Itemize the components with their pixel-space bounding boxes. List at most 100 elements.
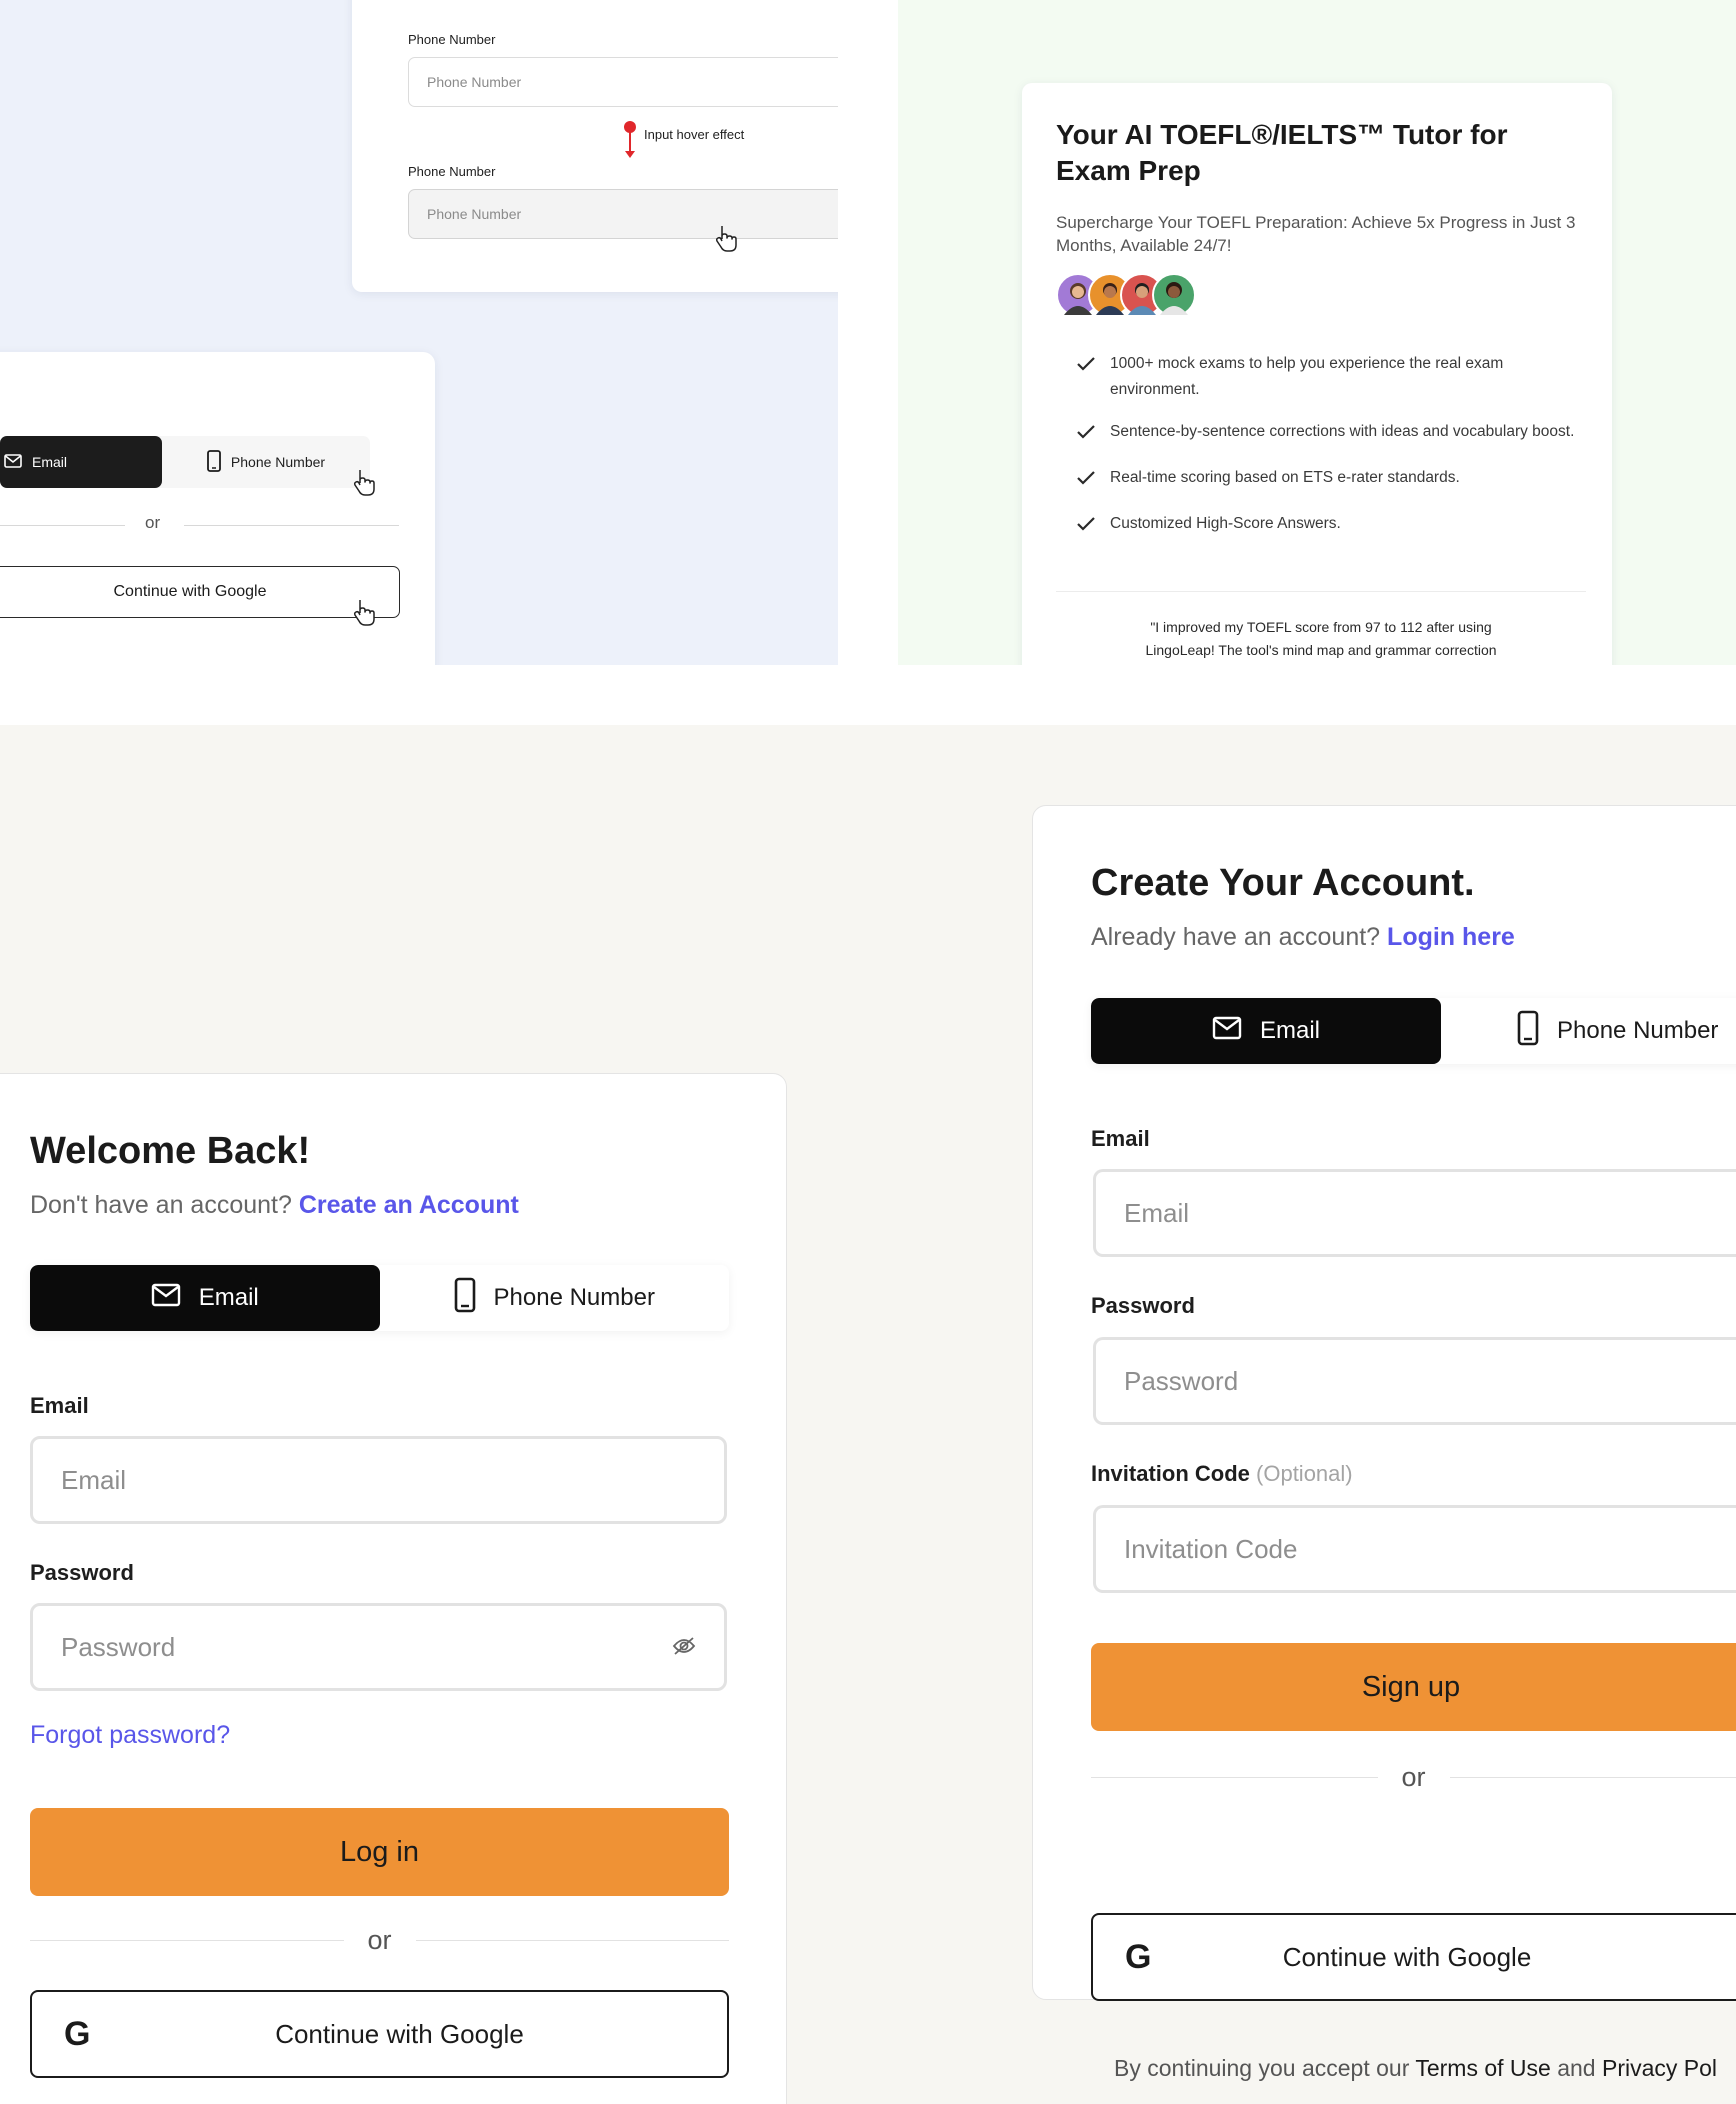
signup-prompt: Already have an account? Login here <box>1091 923 1515 952</box>
google-login-button[interactable]: G Continue with Google <box>30 1990 729 2078</box>
mini-tab-switch: Email Phone Number <box>0 436 370 488</box>
divider-line <box>1449 1777 1736 1778</box>
avatar <box>1152 273 1196 317</box>
google-icon: G <box>1125 1937 1152 1976</box>
promo-card: Your AI TOEFL®/IELTS™ Tutor for Exam Pre… <box>1022 83 1612 665</box>
promo-panel: Your AI TOEFL®/IELTS™ Tutor for Exam Pre… <box>898 0 1736 665</box>
mini-tab-email-label: Email <box>32 454 68 470</box>
feature-text: 1000+ mock exams to help you experience … <box>1110 355 1504 398</box>
legal-notice: By continuing you accept our Terms of Us… <box>1114 2055 1736 2082</box>
invitation-code-label: Invitation Code (Optional) <box>1091 1461 1353 1487</box>
divider-line <box>415 1940 730 1941</box>
signup-button[interactable]: Sign up <box>1091 1643 1736 1731</box>
email-placeholder: Email <box>1124 1197 1190 1228</box>
divider-line <box>30 1940 344 1941</box>
or-text: or <box>1401 1762 1426 1792</box>
eye-off-icon[interactable] <box>672 1632 696 1663</box>
phone-input-hover[interactable]: Phone Number <box>408 189 838 239</box>
login-prompt-text: Don't have an account? <box>30 1191 292 1219</box>
phone-icon <box>207 449 221 475</box>
feature-text: Customized High-Score Answers. <box>1110 515 1341 532</box>
check-icon <box>1076 419 1098 449</box>
pin-icon <box>622 120 638 165</box>
privacy-policy-link[interactable]: Privacy Pol <box>1602 2055 1717 2081</box>
phone-input[interactable]: Phone Number <box>408 57 838 107</box>
mail-icon <box>151 1283 181 1314</box>
avatar-group <box>1056 273 1206 319</box>
password-label: Password <box>1091 1293 1195 1318</box>
tab-phone-label: Phone Number <box>493 1284 655 1311</box>
invitation-code-input[interactable]: Invitation Code <box>1093 1505 1736 1593</box>
pointer-hand-icon <box>352 468 376 501</box>
password-placeholder: Password <box>1124 1365 1239 1396</box>
email-input[interactable]: Email <box>1093 1169 1736 1257</box>
tab-phone[interactable]: Phone Number <box>380 1265 730 1331</box>
list-item: Sentence-by-sentence corrections with id… <box>1076 419 1586 449</box>
phone-label: Phone Number <box>408 32 496 47</box>
email-input[interactable]: Email <box>30 1436 727 1524</box>
login-prompt: Don't have an account? Create an Account <box>30 1191 519 1220</box>
quote-line: LingoLeap! The tool's mind map and gramm… <box>1145 642 1497 658</box>
google-signup-label: Continue with Google <box>1282 1941 1532 1972</box>
feature-list: 1000+ mock exams to help you experience … <box>1076 351 1586 541</box>
invitation-code-placeholder: Invitation Code <box>1124 1533 1298 1564</box>
promo-title: Your AI TOEFL®/IELTS™ Tutor for Exam Pre… <box>1056 119 1508 186</box>
password-input[interactable]: Password <box>1093 1337 1736 1425</box>
tab-email[interactable]: Email <box>1091 998 1441 1064</box>
pointer-hand-icon <box>714 224 738 257</box>
or-divider-right <box>184 525 399 526</box>
or-text: or <box>145 513 161 532</box>
check-icon <box>1076 465 1098 495</box>
legal-and: and <box>1557 2055 1596 2081</box>
divider <box>1056 591 1586 592</box>
google-login-label: Continue with Google <box>275 2018 524 2049</box>
hover-demo-panel: Phone Number Phone Number Input hover ef… <box>0 0 838 665</box>
testimonial-quote: "I improved my TOEFL score from 97 to 11… <box>1056 616 1586 662</box>
quote-line: "I improved my TOEFL score from 97 to 11… <box>1150 619 1492 635</box>
check-icon <box>1076 511 1098 541</box>
divider-line <box>1091 1777 1378 1778</box>
legal-prefix: By continuing you accept our <box>1114 2055 1410 2081</box>
forgot-password-link[interactable]: Forgot password? <box>30 1721 230 1750</box>
mini-tab-phone[interactable]: Phone Number <box>162 436 370 488</box>
signup-title: Create Your Account. <box>1091 862 1475 904</box>
email-label: Email <box>30 1393 89 1418</box>
check-icon <box>1076 351 1098 403</box>
mini-tab-phone-label: Phone Number <box>230 454 326 470</box>
create-account-link[interactable]: Create an Account <box>299 1191 519 1219</box>
signup-prompt-text: Already have an account? <box>1091 923 1381 951</box>
password-placeholder: Password <box>61 1631 176 1662</box>
or-divider: or <box>1091 1762 1736 1793</box>
optional-tag: (Optional) <box>1256 1461 1353 1486</box>
or-divider: or <box>30 1925 730 1956</box>
promo-subtitle: Supercharge Your TOEFL Preparation: Achi… <box>1056 213 1576 255</box>
pointer-hand-icon <box>352 598 376 631</box>
phone-icon <box>1517 1010 1539 1053</box>
google-signup-button[interactable]: G Continue with Google <box>1091 1913 1736 2001</box>
signup-tab-switch: Email Phone Number <box>1091 998 1736 1064</box>
login-tab-switch: Email Phone Number <box>30 1265 729 1331</box>
login-button[interactable]: Log in <box>30 1808 729 1896</box>
tab-email-label: Email <box>198 1284 259 1311</box>
feature-text: Real-time scoring based on ETS e-rater s… <box>1110 469 1460 486</box>
feature-text: Sentence-by-sentence corrections with id… <box>1110 423 1575 440</box>
email-placeholder: Email <box>61 1464 127 1495</box>
tab-phone[interactable]: Phone Number <box>1441 998 1736 1064</box>
terms-of-use-link[interactable]: Terms of Use <box>1415 2055 1550 2081</box>
mini-tab-email[interactable]: Email <box>0 436 162 488</box>
password-label: Password <box>30 1560 134 1585</box>
list-item: Customized High-Score Answers. <box>1076 511 1586 541</box>
tab-email-label: Email <box>1259 1017 1320 1044</box>
mini-google-button[interactable]: Continue with Google <box>0 566 400 618</box>
login-here-link[interactable]: Login here <box>1387 923 1515 951</box>
email-label: Email <box>1091 1126 1150 1151</box>
mail-icon <box>1212 1016 1242 1047</box>
list-item: 1000+ mock exams to help you experience … <box>1076 351 1586 403</box>
tab-email[interactable]: Email <box>30 1265 380 1331</box>
password-input[interactable]: Password <box>30 1603 727 1691</box>
or-divider-left <box>0 525 125 526</box>
invitation-code-label-text: Invitation Code <box>1091 1461 1250 1486</box>
hover-annotation: Input hover effect <box>644 127 745 142</box>
mail-icon <box>4 453 22 471</box>
list-item: Real-time scoring based on ETS e-rater s… <box>1076 465 1586 495</box>
